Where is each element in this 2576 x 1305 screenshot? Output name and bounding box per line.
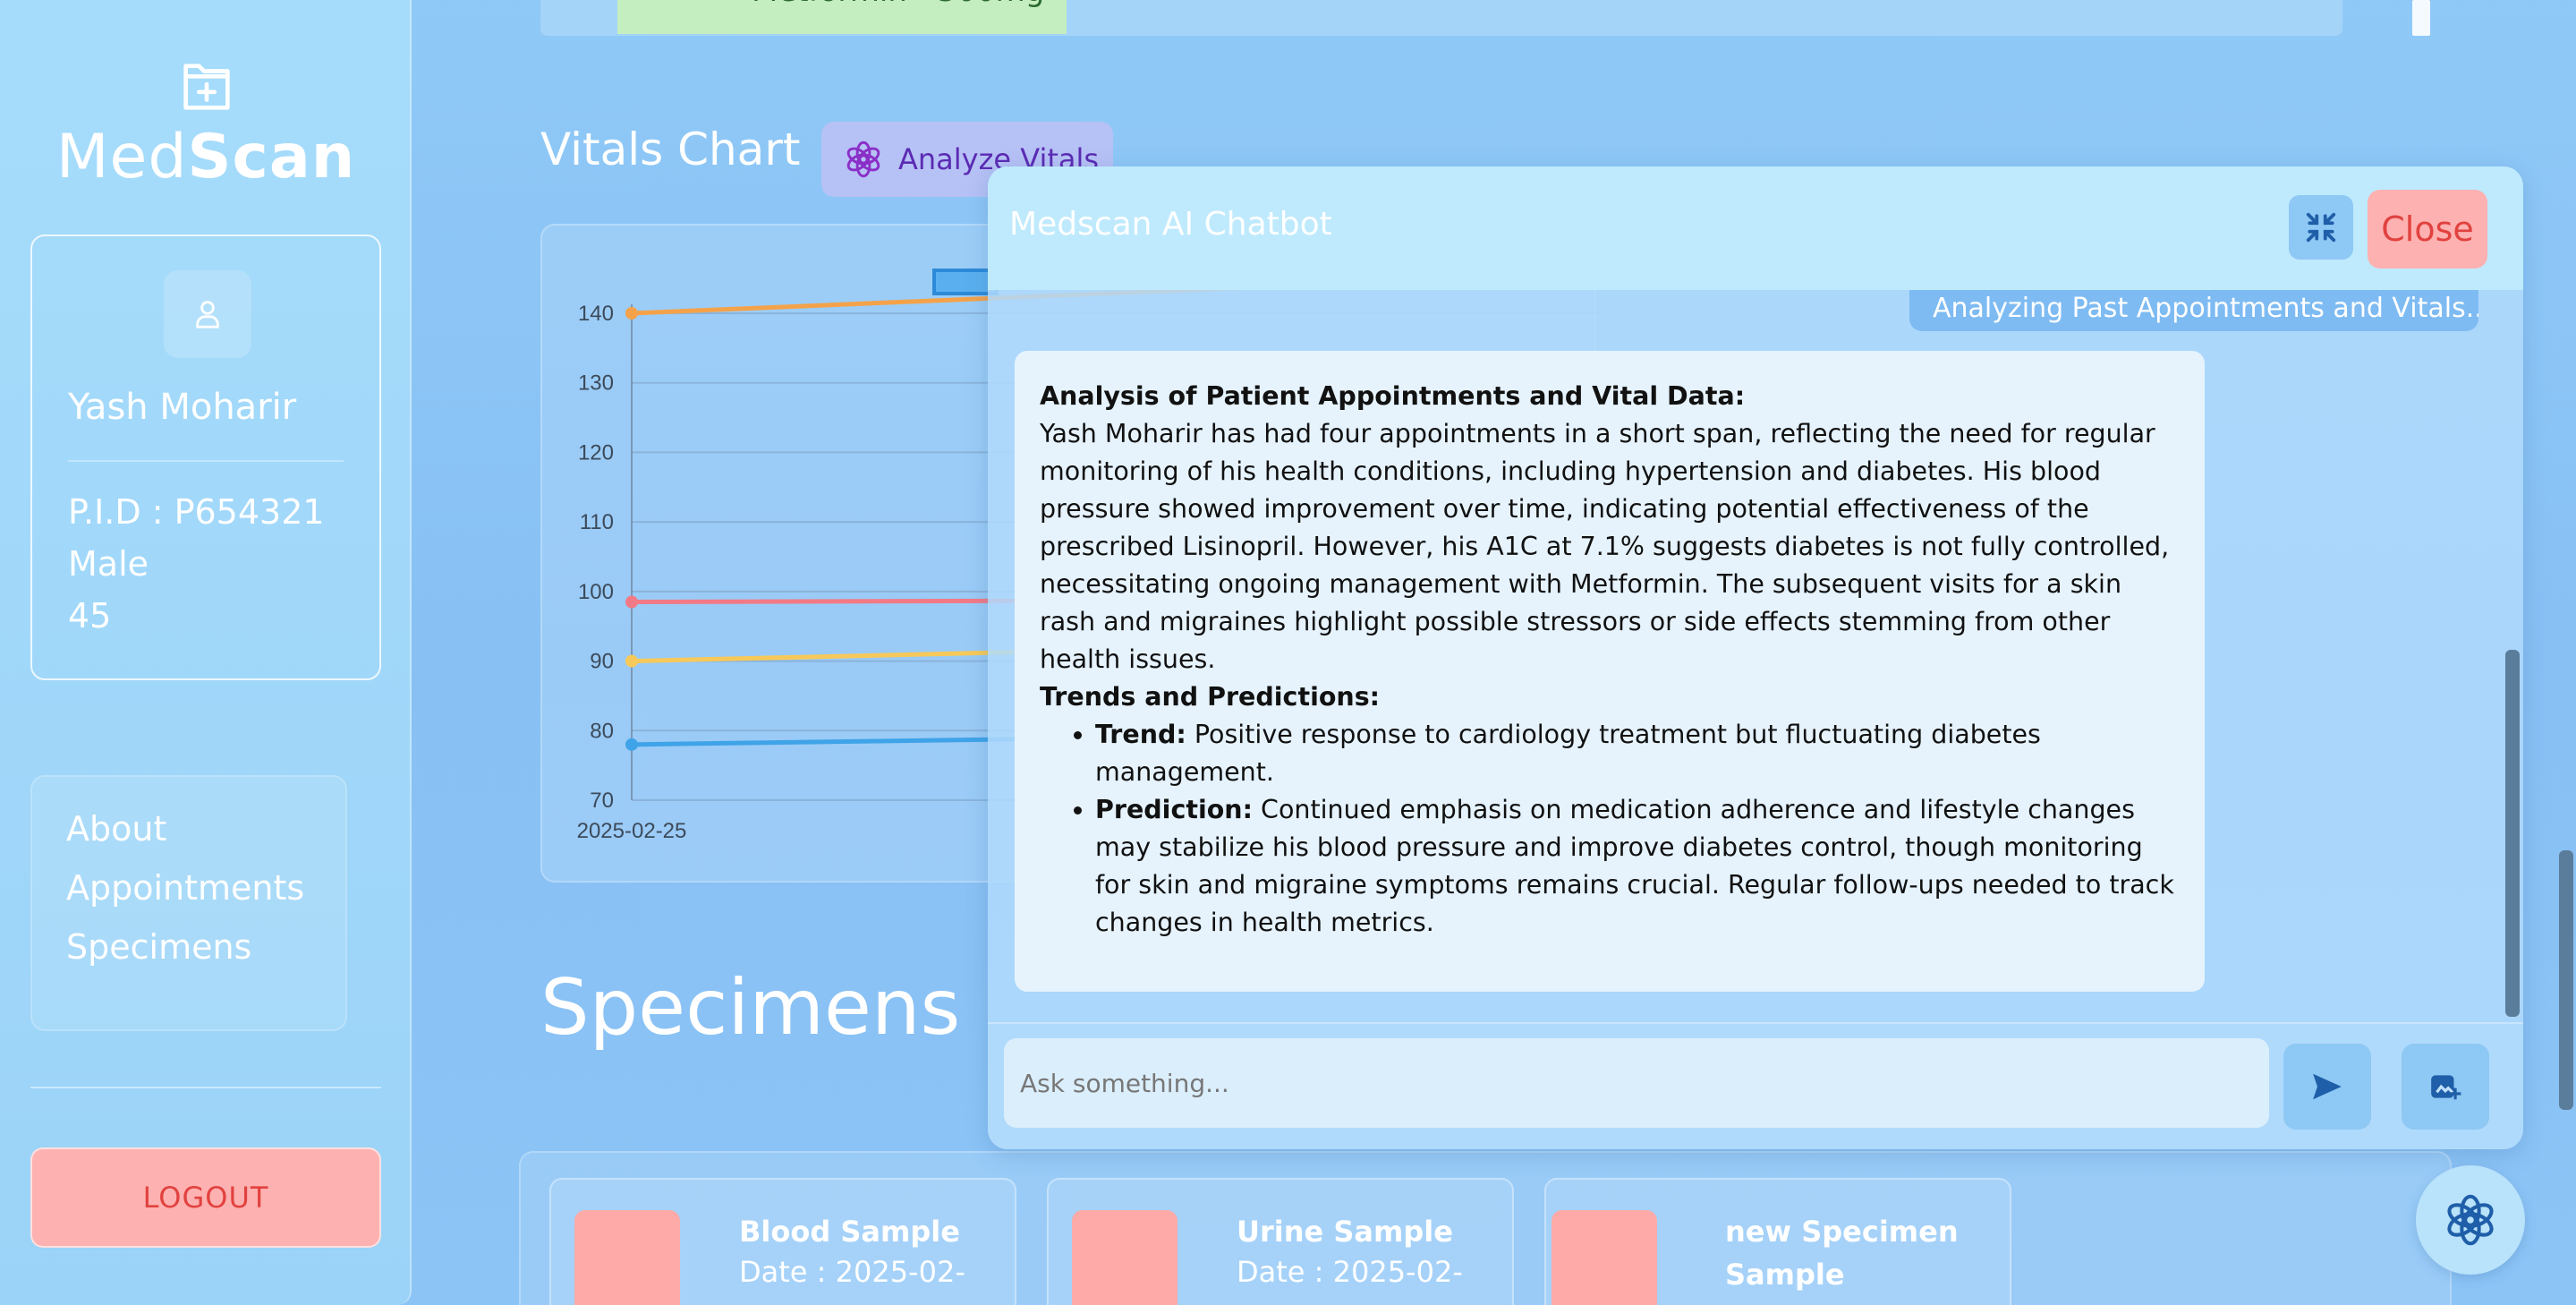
inner-scrollbar[interactable] [2412, 0, 2430, 36]
series-point [625, 595, 638, 609]
list-item: Prediction: Continued emphasis on medica… [1095, 791, 2180, 942]
patient-age: 45 [68, 596, 112, 635]
response-heading: Analysis of Patient Appointments and Vit… [1040, 381, 1746, 411]
specimen-title: Blood Sample [739, 1215, 960, 1249]
send-button[interactable] [2283, 1044, 2371, 1130]
patient-gender: Male [68, 544, 149, 584]
y-tick-label: 130 [578, 371, 614, 396]
openai-icon [2447, 1194, 2494, 1246]
chat-input[interactable] [1004, 1038, 2269, 1128]
response-list: Trend: Positive response to cardiology t… [1072, 716, 2180, 942]
y-tick-label: 140 [578, 302, 614, 326]
patient-name: Yash Moharir [68, 387, 297, 428]
file-plus-icon [183, 64, 230, 110]
medication-label: Metformin - 500mg [752, 0, 1044, 9]
chatbot-title: Medscan AI Chatbot [1009, 206, 1332, 243]
series-point [625, 307, 638, 320]
chatbot-header: Medscan AI Chatbot Close [988, 166, 2523, 290]
list-item: Trend: Positive response to cardiology t… [1095, 716, 2180, 791]
y-tick-label: 80 [590, 719, 614, 743]
brand-light: Med [55, 122, 188, 192]
minimize-button[interactable] [2289, 195, 2353, 260]
vitals-chart-title: Vitals Chart [540, 124, 801, 175]
image-plus-icon [2431, 1075, 2461, 1100]
response-paragraph: Yash Moharir has had four appointments i… [1040, 419, 2170, 674]
profile-card: Yash Moharir P.I.D : P654321 Male 45 [30, 235, 381, 680]
bullet-text: Continued emphasis on medication adheren… [1095, 795, 2174, 937]
sidebar: MedScan Yash Moharir P.I.D : P654321 Mal… [0, 0, 412, 1305]
profile-divider [68, 460, 344, 462]
bullet-label: Prediction: [1095, 795, 1253, 824]
chatbot-fab[interactable] [2416, 1165, 2525, 1275]
specimen-title: Urine Sample [1237, 1215, 1453, 1249]
y-tick-label: 110 [580, 510, 614, 534]
specimens-title: Specimens [540, 963, 961, 1053]
y-tick-label: 90 [590, 650, 614, 674]
specimen-color-swatch [1552, 1210, 1657, 1305]
specimen-color-swatch [1072, 1210, 1177, 1305]
nav-item-appointments[interactable]: Appointments [66, 868, 304, 908]
medication-item: Metformin - 500mg [617, 0, 1067, 34]
send-icon [2313, 1073, 2342, 1100]
specimen-card-new[interactable]: new Specimen Sample [1544, 1178, 2011, 1305]
series-point [625, 738, 638, 751]
specimen-title: new Specimen Sample [1725, 1215, 1959, 1292]
y-tick-label: 120 [578, 440, 614, 465]
y-tick-label: 70 [590, 789, 614, 813]
chatbot-window: Analyzing Past Appointments and Vitals..… [988, 166, 2523, 1149]
specimen-card-blood[interactable]: Blood Sample Date : 2025-02- [549, 1178, 1016, 1305]
logout-button[interactable]: LOGOUT [30, 1147, 381, 1248]
nav-item-specimens[interactable]: Specimens [66, 927, 251, 967]
specimen-date: Date : 2025-02- [739, 1255, 965, 1289]
patient-id: P.I.D : P654321 [68, 492, 325, 532]
bullet-label: Trend: [1095, 720, 1186, 749]
bullet-text: Positive response to cardiology treatmen… [1095, 720, 2041, 787]
sidebar-divider [30, 1087, 381, 1088]
openai-icon [846, 141, 880, 178]
specimen-card-urine[interactable]: Urine Sample Date : 2025-02- [1047, 1178, 1514, 1305]
minimize-icon [2306, 212, 2336, 243]
brand-logo: MedScan [0, 122, 412, 192]
x-tick-label: 2025-02-25 [577, 819, 687, 843]
user-icon [196, 301, 219, 328]
bot-message: Analysis of Patient Appointments and Vit… [1015, 351, 2205, 992]
chat-scrollbar[interactable] [2505, 650, 2520, 1017]
close-button[interactable]: Close [2368, 190, 2487, 269]
y-tick-label: 100 [578, 580, 614, 604]
upload-image-button[interactable] [2402, 1044, 2489, 1130]
sidebar-nav: About Appointments Specimens [30, 775, 347, 1031]
page-scrollbar[interactable] [2559, 850, 2573, 1110]
series-point [625, 654, 638, 668]
specimen-color-swatch [574, 1210, 680, 1305]
avatar [164, 270, 251, 358]
nav-item-about[interactable]: About [66, 809, 166, 849]
brand-bold: Scan [187, 122, 356, 192]
specimen-date: Date : 2025-02- [1237, 1255, 1463, 1289]
response-subheading: Trends and Predictions: [1040, 682, 1381, 712]
